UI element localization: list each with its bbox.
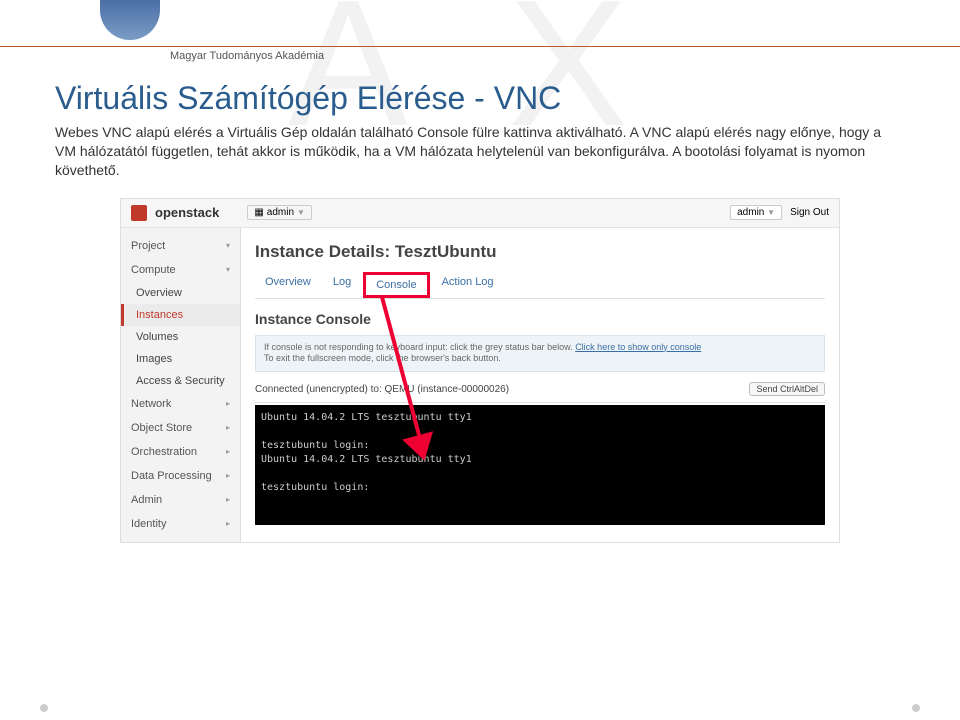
sidebar-group-compute[interactable]: Compute ▾ — [121, 258, 240, 282]
sidebar-group-object-store[interactable]: Object Store ▸ — [121, 416, 240, 440]
sidebar-item-overview[interactable]: Overview — [121, 282, 240, 304]
page-title: Virtuális Számítógép Elérése - VNC — [55, 80, 905, 117]
sidebar-group-project[interactable]: Project ▾ — [121, 234, 240, 258]
sidebar-label: Project — [131, 240, 165, 252]
tab-log[interactable]: Log — [323, 272, 361, 298]
chevron-right-icon: ▸ — [226, 519, 230, 528]
sidebar-group-admin[interactable]: Admin ▸ — [121, 488, 240, 512]
chevron-right-icon: ▸ — [226, 471, 230, 480]
tab-overview[interactable]: Overview — [255, 272, 321, 298]
sidebar-label: Data Processing — [131, 470, 212, 482]
chevron-right-icon: ▸ — [226, 495, 230, 504]
page-paragraph: Webes VNC alapú elérés a Virtuális Gép o… — [55, 123, 905, 180]
footer-dot-left — [40, 704, 48, 712]
chevron-right-icon: ▸ — [226, 399, 230, 408]
chevron-down-icon: ▾ — [226, 265, 230, 274]
header-divider — [0, 46, 960, 47]
os-header: openstack ▦ admin ▼ admin ▼ Sign Out — [121, 199, 839, 228]
chevron-right-icon: ▸ — [226, 423, 230, 432]
chevron-down-icon: ▼ — [297, 208, 305, 217]
sidebar-label: Identity — [131, 518, 166, 530]
openstack-brand: openstack — [155, 205, 219, 220]
sidebar-label: Network — [131, 398, 171, 410]
sidebar-item-volumes[interactable]: Volumes — [121, 326, 240, 348]
sidebar-label: Orchestration — [131, 446, 197, 458]
user-menu[interactable]: admin ▼ — [730, 205, 782, 220]
sidebar: Project ▾ Compute ▾ Overview Instances V… — [121, 228, 241, 542]
instance-title: Instance Details: TesztUbuntu — [255, 242, 825, 262]
connection-status: Connected (unencrypted) to: QEMU (instan… — [255, 384, 509, 395]
main-panel: Instance Details: TesztUbuntu Overview L… — [241, 228, 839, 542]
chevron-down-icon: ▼ — [767, 208, 775, 217]
show-only-console-link[interactable]: Click here to show only console — [575, 342, 701, 352]
sidebar-group-network[interactable]: Network ▸ — [121, 392, 240, 416]
sidebar-group-orchestration[interactable]: Orchestration ▸ — [121, 440, 240, 464]
sidebar-item-images[interactable]: Images — [121, 348, 240, 370]
tabs: Overview Log Console Action Log — [255, 272, 825, 299]
sidebar-label: Compute — [131, 264, 176, 276]
vnc-terminal[interactable]: Ubuntu 14.04.2 LTS tesztubuntu tty1 tesz… — [255, 405, 825, 525]
send-ctrlaltdel-button[interactable]: Send CtrlAltDel — [749, 382, 825, 396]
domain-label: admin — [267, 207, 294, 218]
user-label: admin — [737, 207, 764, 218]
sidebar-label: Object Store — [131, 422, 192, 434]
sidebar-group-identity[interactable]: Identity ▸ — [121, 512, 240, 536]
domain-box-icon: ▦ — [254, 207, 263, 218]
domain-selector[interactable]: ▦ admin ▼ — [247, 205, 312, 220]
hint-line1: If console is not responding to keyboard… — [264, 342, 575, 352]
console-hint: If console is not responding to keyboard… — [255, 335, 825, 372]
openstack-logo-icon — [131, 205, 147, 221]
sidebar-item-instances[interactable]: Instances — [121, 304, 240, 326]
footer-dot-right — [912, 704, 920, 712]
sidebar-group-data-processing[interactable]: Data Processing ▸ — [121, 464, 240, 488]
tab-console[interactable]: Console — [363, 272, 429, 298]
chevron-right-icon: ▸ — [226, 447, 230, 456]
header-decor — [100, 0, 160, 40]
org-label: Magyar Tudományos Akadémia — [170, 50, 324, 62]
panel-title: Instance Console — [255, 311, 825, 327]
sidebar-label: Admin — [131, 494, 162, 506]
sidebar-item-access-security[interactable]: Access & Security — [121, 370, 240, 392]
connection-status-row: Connected (unencrypted) to: QEMU (instan… — [255, 378, 825, 403]
tab-action-log[interactable]: Action Log — [432, 272, 504, 298]
sign-out-link[interactable]: Sign Out — [790, 207, 829, 218]
openstack-screenshot: openstack ▦ admin ▼ admin ▼ Sign Out Pro… — [120, 198, 840, 543]
chevron-down-icon: ▾ — [226, 241, 230, 250]
hint-line2: To exit the fullscreen mode, click the b… — [264, 353, 501, 363]
